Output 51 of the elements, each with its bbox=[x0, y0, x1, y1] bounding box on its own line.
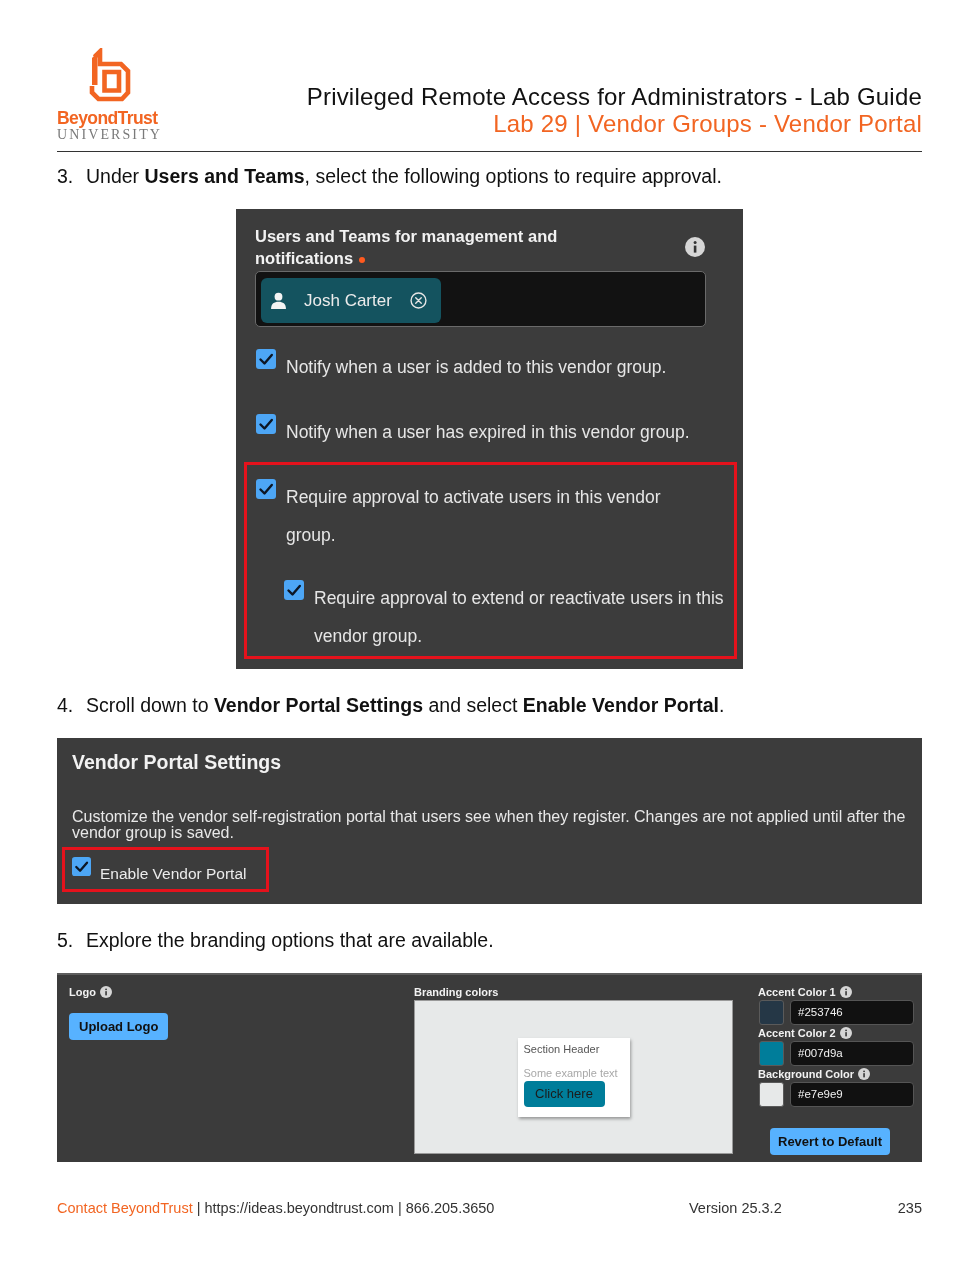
brand-tagline: UNIVERSITY bbox=[57, 127, 162, 143]
checkbox[interactable] bbox=[256, 414, 276, 434]
option-label: Notify when a user has expired in this vendor group. bbox=[286, 421, 690, 444]
field-label: Accent Color 2 bbox=[758, 1026, 836, 1040]
lab-title: Lab 29 | Vendor Groups - Vendor Portal bbox=[492, 110, 922, 137]
info-icon[interactable] bbox=[99, 986, 112, 998]
color-swatch-icon[interactable] bbox=[759, 1041, 784, 1066]
brand-name: BeyondTrust bbox=[57, 109, 158, 127]
instruction-text: Explore the branding options that are available. bbox=[86, 928, 494, 952]
field-label: Accent Color 1 bbox=[758, 985, 836, 999]
footer-contact: Contact BeyondTrust | https://ideas.beyondtrust.com | 866.205.3650 bbox=[57, 1199, 496, 1218]
step-number: 4. bbox=[57, 693, 75, 717]
revert-to-default-button[interactable]: Revert to Default bbox=[770, 1128, 891, 1155]
color-hex-field[interactable]: #007d9a bbox=[790, 1041, 914, 1066]
step-number: 3. bbox=[57, 164, 75, 188]
color-hex-field[interactable]: #e7e9e9 bbox=[790, 1082, 914, 1107]
info-icon[interactable] bbox=[839, 1027, 852, 1039]
users-field[interactable]: Josh Carter bbox=[255, 271, 706, 327]
section-title: Vendor Portal Settings bbox=[72, 750, 283, 774]
field-label: Logo bbox=[69, 985, 96, 999]
user-name: Josh Carter bbox=[304, 290, 392, 311]
info-icon[interactable] bbox=[685, 237, 705, 257]
checkbox[interactable] bbox=[256, 349, 276, 369]
info-icon[interactable] bbox=[839, 986, 852, 998]
section-heading: Users and Teams for management and notifications bbox=[255, 227, 558, 267]
option-label: Require approval to extend or reactivate users in this vendor group. bbox=[314, 587, 725, 648]
field-label: Branding colors bbox=[414, 985, 499, 999]
preview-button[interactable]: Click here bbox=[523, 1080, 605, 1107]
option-label: Notify when a user is added to this vendor group. bbox=[286, 356, 667, 379]
color-swatch-icon[interactable] bbox=[759, 1000, 784, 1025]
upload-logo-button[interactable]: Upload Logo bbox=[69, 1013, 169, 1040]
info-icon[interactable] bbox=[857, 1068, 870, 1080]
version-text: Version 25.3.2 bbox=[689, 1199, 783, 1218]
instruction-text: Scroll down to Vendor Portal Settings and select Enable Vendor Portal. bbox=[86, 693, 725, 717]
page-number: 235 bbox=[897, 1199, 922, 1218]
checkbox[interactable] bbox=[284, 580, 304, 600]
instruction-text: Under Users and Teams, select the following options to require approval. bbox=[86, 164, 722, 188]
preview-example-text: Some example text bbox=[523, 1065, 619, 1080]
preview-heading: Section Header bbox=[523, 1041, 601, 1056]
field-label: Background Color bbox=[758, 1067, 854, 1081]
close-icon[interactable] bbox=[409, 292, 427, 309]
option-label: Require approval to activate users in this vendor group. bbox=[286, 486, 662, 547]
color-swatch-icon[interactable] bbox=[759, 1082, 784, 1107]
person-icon bbox=[270, 292, 287, 309]
option-label: Enable Vendor Portal bbox=[100, 864, 247, 884]
color-hex-field[interactable]: #253746 bbox=[790, 1000, 914, 1025]
checkbox[interactable] bbox=[256, 479, 276, 499]
description-text: Customize the vendor self-registration portal that users see when they register. Changes are not applied until after the vendor group is saved. bbox=[72, 809, 907, 841]
checkbox[interactable] bbox=[72, 857, 91, 876]
document-title: Privileged Remote Access for Administrators - Lab Guide bbox=[306, 83, 922, 110]
step-number: 5. bbox=[57, 928, 75, 952]
